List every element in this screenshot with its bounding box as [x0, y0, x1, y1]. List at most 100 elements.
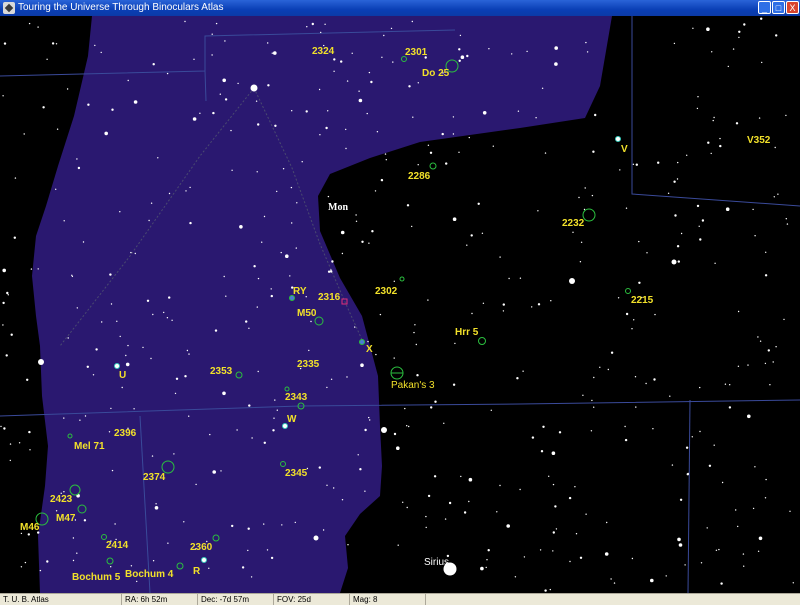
star	[168, 296, 171, 299]
cluster-marker[interactable]	[582, 208, 596, 222]
label-2286[interactable]: 2286	[408, 171, 431, 182]
star	[429, 151, 433, 154]
star	[376, 131, 379, 133]
star	[148, 219, 150, 222]
star	[710, 152, 712, 155]
label-2316[interactable]: 2316	[318, 292, 341, 303]
bright-star[interactable]	[381, 427, 387, 433]
star	[548, 475, 550, 477]
star	[193, 58, 195, 60]
label-hrr5[interactable]: Hrr 5	[455, 327, 479, 338]
label-v[interactable]: V	[621, 144, 628, 155]
label-2215[interactable]: 2215	[631, 295, 654, 306]
star	[295, 247, 297, 249]
star	[326, 484, 328, 486]
star	[397, 544, 399, 546]
label-2343[interactable]: 2343	[285, 392, 308, 403]
label-2396[interactable]: 2396	[114, 428, 137, 439]
star	[677, 161, 679, 164]
star	[554, 46, 558, 50]
label-pakans-3[interactable]: Pakan's 3	[391, 380, 435, 391]
label-bochum4[interactable]: Bochum 4	[125, 569, 174, 580]
star	[789, 510, 791, 512]
label-ry[interactable]: RY	[293, 286, 307, 297]
label-v352[interactable]: V352	[747, 135, 771, 146]
star	[86, 365, 90, 368]
star	[374, 190, 377, 192]
label-do25[interactable]: Do 25	[422, 68, 450, 79]
cluster-marker[interactable]	[429, 162, 437, 170]
label-2232[interactable]: 2232	[562, 218, 585, 229]
label-m47[interactable]: M47	[56, 513, 76, 524]
bright-star[interactable]	[38, 359, 44, 365]
variable-star-marker[interactable]	[359, 339, 365, 345]
label-2301[interactable]: 2301	[405, 47, 428, 58]
close-button[interactable]: X	[786, 1, 799, 14]
bright-star[interactable]	[250, 84, 258, 92]
star	[127, 344, 129, 347]
star	[101, 321, 103, 323]
label-r[interactable]: R	[193, 566, 201, 577]
star	[67, 337, 69, 339]
bright-star[interactable]	[569, 278, 575, 284]
star	[444, 518, 447, 520]
maximize-button[interactable]: □	[772, 1, 785, 14]
star	[701, 219, 705, 222]
star	[274, 124, 277, 128]
label-2324[interactable]: 2324	[312, 46, 335, 57]
cluster-marker[interactable]	[478, 337, 486, 345]
star	[786, 223, 789, 225]
star	[708, 464, 712, 467]
label-bochum5[interactable]: Bochum 5	[72, 572, 121, 583]
label-2414[interactable]: 2414	[106, 540, 129, 551]
bright-star[interactable]	[313, 535, 319, 541]
star	[531, 436, 535, 439]
label-2302[interactable]: 2302	[375, 286, 398, 297]
label-2374[interactable]: 2374	[143, 472, 166, 483]
variable-star-marker[interactable]	[615, 136, 621, 142]
star	[330, 269, 332, 271]
label-w[interactable]: W	[287, 414, 297, 425]
constellation-label: Mon	[328, 202, 348, 213]
variable-star-marker[interactable]	[201, 557, 207, 563]
label-2423[interactable]: 2423	[50, 494, 73, 505]
star	[582, 394, 584, 396]
label-m50[interactable]: M50	[297, 308, 317, 319]
star	[541, 87, 544, 90]
star	[519, 488, 521, 491]
star	[485, 566, 487, 569]
variable-star-marker[interactable]	[114, 363, 120, 369]
star	[79, 419, 81, 421]
star	[551, 451, 556, 456]
cluster-marker[interactable]	[625, 288, 631, 294]
label-sirius[interactable]: Sirius	[424, 557, 449, 568]
star	[775, 346, 777, 348]
star-chart-canvas[interactable]: 2324 2301 Do 25 V V352 2286 2232 RY 2316…	[0, 16, 800, 593]
label-u[interactable]: U	[119, 370, 126, 381]
cluster-marker[interactable]	[399, 276, 405, 282]
star	[163, 311, 165, 314]
star	[184, 20, 186, 23]
star	[6, 291, 9, 295]
star-chart[interactable]: 2324 2301 Do 25 V V352 2286 2232 RY 2316…	[0, 16, 800, 593]
label-mel71[interactable]: Mel 71	[74, 441, 105, 452]
star	[517, 110, 520, 112]
star	[417, 164, 419, 166]
label-x[interactable]: X	[366, 344, 373, 355]
label-2335[interactable]: 2335	[297, 359, 320, 370]
status-dec: Dec: -7d 57m	[198, 594, 274, 605]
bright-star[interactable]	[671, 259, 677, 265]
star	[322, 529, 325, 531]
app-icon[interactable]	[3, 2, 15, 14]
star	[719, 137, 721, 140]
label-2353[interactable]: 2353	[210, 366, 233, 377]
label-2345[interactable]: 2345	[285, 468, 308, 479]
star	[774, 146, 776, 149]
star	[758, 536, 763, 541]
star	[764, 497, 767, 499]
label-2360[interactable]: 2360	[190, 542, 213, 553]
star	[569, 560, 571, 563]
label-m46[interactable]: M46	[20, 522, 40, 533]
star	[480, 566, 484, 571]
minimize-button[interactable]: _	[758, 1, 771, 14]
